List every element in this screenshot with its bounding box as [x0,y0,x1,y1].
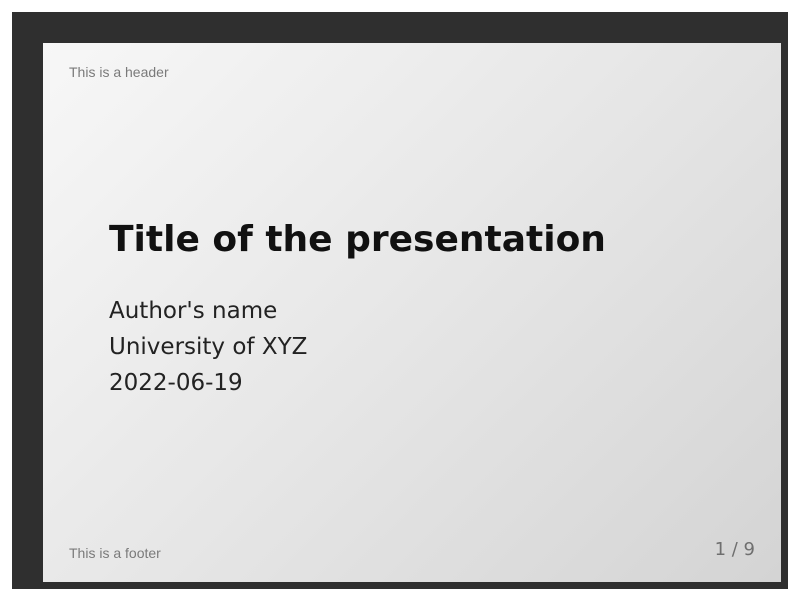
presentation-slide: This is a header Title of the presentati… [43,43,781,582]
slide-header: This is a header [69,64,169,80]
author-name: Author's name [109,298,278,324]
presentation-title: Title of the presentation [109,219,606,260]
institution-name: University of XYZ [109,334,308,360]
slide-content: Title of the presentation Author's name … [109,219,606,401]
slide-frame: This is a header Title of the presentati… [12,12,788,589]
presentation-date: 2022-06-19 [109,370,243,396]
presentation-meta: Author's name University of XYZ 2022-06-… [109,293,606,401]
page-number: 1 / 9 [714,539,755,560]
slide-footer: This is a footer [69,545,161,561]
